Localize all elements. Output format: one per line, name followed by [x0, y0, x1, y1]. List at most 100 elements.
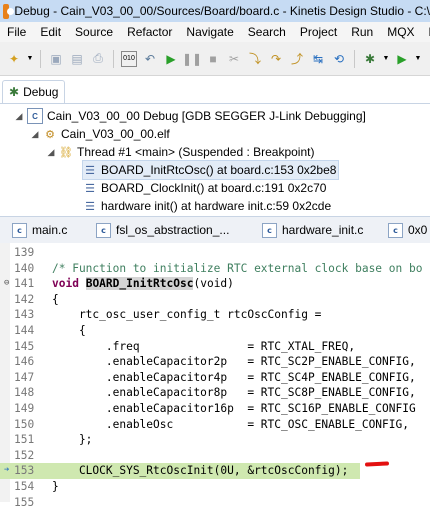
- collapse-icon[interactable]: ◢: [30, 129, 40, 140]
- menu-source[interactable]: Source: [68, 25, 120, 39]
- tab-label: fsl_os_abstraction_...: [116, 223, 230, 237]
- save-all-icon[interactable]: ▤: [69, 51, 85, 67]
- resume-icon[interactable]: ▶: [163, 51, 179, 67]
- debug-bug-icon: ✱: [9, 85, 20, 99]
- binary-file-icon[interactable]: 010: [121, 50, 137, 67]
- code-line: 148 .enableCapacitor8p = RTC_SC8P_ENABLE…: [0, 385, 430, 401]
- terminate-icon[interactable]: ■: [205, 51, 221, 67]
- menu-search[interactable]: Search: [241, 25, 293, 39]
- instruction-stepping-icon[interactable]: ↹: [310, 51, 326, 67]
- menu-project-truncated[interactable]: Pr: [422, 25, 430, 39]
- code-line: 155: [0, 495, 430, 510]
- restart-icon[interactable]: ⟲: [331, 51, 347, 67]
- step-filter-icon[interactable]: ↶: [142, 51, 158, 67]
- tree-item-launch[interactable]: ◢ C Cain_V03_00_00 Debug [GDB SEGGER J-L…: [14, 107, 366, 125]
- menu-run[interactable]: Run: [344, 25, 380, 39]
- dropdown-arrow-icon[interactable]: ▼: [383, 51, 390, 67]
- line-number: 155: [14, 495, 35, 509]
- tree-item-label: hardware init() at hardware init.c:59 0x…: [101, 199, 332, 213]
- tab-disassembly[interactable]: c 0x0: [384, 220, 430, 240]
- current-line-highlight: ➔ 153 CLOCK_SYS_RtcOscInit(0U, &rtcOscCon…: [0, 463, 360, 479]
- collapse-icon[interactable]: ◢: [14, 111, 24, 122]
- menu-project[interactable]: Project: [293, 25, 344, 39]
- tree-item-label: Thread #1 <main> (Suspended : Breakpoint…: [77, 145, 315, 159]
- tree-item-label: Cain_V03_00_00 Debug [GDB SEGGER J-Link …: [47, 109, 366, 123]
- print-icon[interactable]: ⎙: [90, 51, 106, 67]
- save-icon[interactable]: ▣: [48, 51, 64, 67]
- thread-suspended-icon: ⛓: [59, 146, 73, 159]
- code-text: .enableCapacitor8p = RTC_SC8P_ENABLE_CON…: [52, 386, 416, 400]
- function-name: BOARD_InitRtcOsc: [85, 277, 194, 291]
- code-text: .freq = RTC_XTAL_FREQ,: [52, 339, 356, 353]
- line-number: 149: [14, 402, 35, 415]
- line-number: 143: [14, 308, 35, 322]
- tree-item-label: BOARD_ClockInit() at board.c:191 0x2c70: [101, 181, 327, 195]
- menu-refactor[interactable]: Refactor: [120, 25, 179, 39]
- tree-item-label: Cain_V03_00_00.elf: [61, 127, 170, 141]
- menu-edit[interactable]: Edit: [33, 25, 68, 39]
- c-launch-icon: C: [27, 108, 43, 124]
- code-comment: /* Function to initialize RTC external c…: [52, 261, 423, 275]
- line-number: 139: [14, 246, 35, 259]
- title-bar: Debug - Cain_V03_00_00/Sources/Board/boa…: [0, 0, 430, 23]
- stack-frame-icon: ☰: [85, 200, 95, 213]
- code-line: 142 {: [0, 292, 430, 308]
- tree-item-label: BOARD_InitRtcOsc() at board.c:153 0x2be8: [101, 163, 337, 177]
- code-line: 140 /* Function to initialize RTC externa…: [0, 261, 430, 277]
- dropdown-arrow-icon[interactable]: ▼: [415, 51, 422, 67]
- code-editor[interactable]: 139 140 /* Function to initialize RTC ext…: [0, 243, 430, 509]
- tree-item-frame[interactable]: ☰ hardware init() at hardware init.c:59 …: [83, 197, 331, 215]
- editor-tab-bar: c main.c c fsl_os_abstraction_... c hard…: [0, 216, 430, 244]
- code-line: ⊖ 141 void BOARD_InitRtcOsc(void): [0, 276, 430, 292]
- menu-mqx[interactable]: MQX: [380, 25, 421, 39]
- line-number: 140: [14, 261, 35, 275]
- tree-item-frame[interactable]: ☰ BOARD_ClockInit() at board.c:191 0x2c7…: [83, 179, 326, 197]
- toolbar: ✦ ▼ ▣ ▤ ⎙ 010 ↶ ▶ ❚❚ ■ ✂ ⤵ ↷ ⤴ ↹ ⟲ ✱ ▼ ▶…: [0, 42, 430, 76]
- code-text: (void): [193, 277, 234, 291]
- line-number: 153: [14, 464, 35, 478]
- tab-hardware-init-c[interactable]: c hardware_init.c: [258, 220, 382, 240]
- line-number: 142: [14, 292, 35, 306]
- collapse-icon[interactable]: ◢: [46, 147, 56, 158]
- tab-main-c[interactable]: c main.c: [8, 220, 87, 240]
- menu-bar: File Edit Source Refactor Navigate Searc…: [0, 22, 430, 42]
- code-line: 147 .enableCapacitor4p = RTC_SC4P_ENABLE…: [0, 370, 430, 386]
- code-line: 150 .enableOsc = RTC_OSC_ENABLE_CONFIG,: [0, 417, 430, 433]
- debug-icon[interactable]: ✱: [362, 51, 378, 67]
- code-text: {: [52, 292, 59, 306]
- code-text: {: [52, 324, 86, 337]
- code-text: .enableCapacitor2p = RTC_SC2P_ENABLE_CON…: [52, 355, 416, 369]
- line-number: 145: [14, 339, 35, 353]
- tab-fsl-os-abstraction[interactable]: c fsl_os_abstraction_...: [92, 220, 231, 240]
- tree-item-elf[interactable]: ◢ ⚙ Cain_V03_00_00.elf: [30, 125, 170, 143]
- code-line: 149 .enableCapacitor16p = RTC_SC16P_ENAB…: [0, 401, 430, 417]
- code-line: 152: [0, 448, 430, 464]
- tab-label: 0x0: [408, 223, 428, 237]
- stack-frame-icon: ☰: [85, 164, 95, 177]
- code-line: 144 {: [0, 323, 430, 339]
- fold-collapse-icon[interactable]: ⊖: [4, 276, 14, 292]
- tree-item-frame-selected[interactable]: ☰ BOARD_InitRtcOsc() at board.c:153 0x2b…: [82, 160, 340, 180]
- line-number: 141: [14, 277, 35, 291]
- code-text: };: [52, 433, 93, 447]
- tab-divider: [0, 103, 430, 104]
- suspend-icon[interactable]: ❚❚: [182, 51, 202, 67]
- c-file-icon: c: [388, 222, 403, 238]
- step-into-icon[interactable]: ⤵: [247, 51, 263, 67]
- code-text: CLOCK_SYS_RtcOscInit(0U, &rtcOscConfig);: [52, 464, 349, 478]
- disconnect-icon[interactable]: ✂: [226, 51, 242, 67]
- code-text: }: [52, 480, 59, 493]
- toolbar-separator: [113, 49, 114, 68]
- run-icon[interactable]: ▶: [394, 51, 410, 67]
- tree-item-thread[interactable]: ◢ ⛓ Thread #1 <main> (Suspended : Breakp…: [46, 143, 315, 161]
- step-return-icon[interactable]: ⤴: [289, 51, 305, 67]
- tab-debug[interactable]: ✱ Debug: [2, 80, 66, 103]
- new-icon[interactable]: ✦: [6, 51, 22, 67]
- dropdown-arrow-icon[interactable]: ▼: [27, 51, 34, 67]
- menu-file[interactable]: File: [0, 25, 33, 39]
- toolbar-separator: [354, 49, 355, 68]
- line-number: 151: [14, 433, 35, 447]
- menu-navigate[interactable]: Navigate: [179, 25, 240, 39]
- line-number: 150: [14, 417, 35, 431]
- step-over-icon[interactable]: ↷: [268, 51, 284, 67]
